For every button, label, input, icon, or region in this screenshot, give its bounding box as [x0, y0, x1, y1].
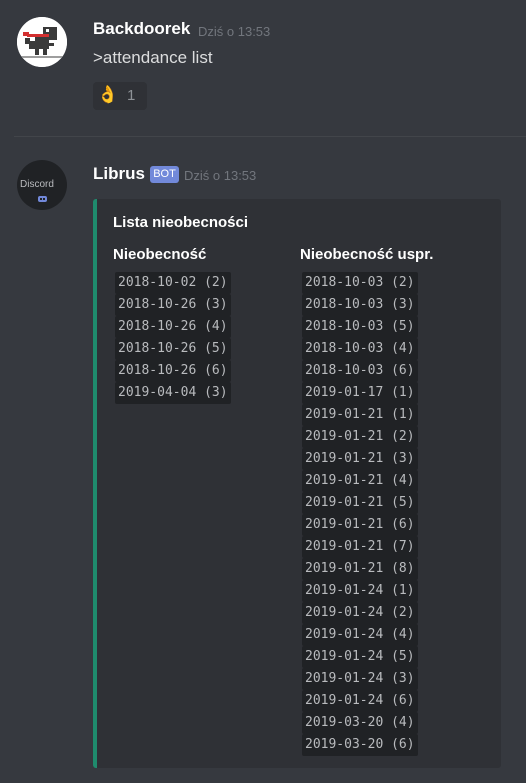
message-timestamp: Dziś o 13:53 — [184, 168, 257, 183]
excused-entry: 2018-10-03 (5) — [302, 316, 418, 338]
absence-entry: 2018-10-26 (6) — [115, 360, 231, 382]
avatar[interactable]: Discord — [17, 160, 67, 210]
excused-entry: 2019-01-24 (3) — [302, 668, 418, 690]
discord-logo-icon — [38, 196, 47, 202]
absence-entry: 2018-10-26 (5) — [115, 338, 231, 360]
field-name-excused-absence: Nieobecność uspr. — [300, 246, 434, 263]
excused-entry: 2019-01-21 (5) — [302, 492, 418, 514]
field-values-absence: 2018-10-02 (2) 2018-10-26 (3) 2018-10-26… — [115, 272, 231, 404]
excused-entry: 2019-01-21 (1) — [302, 404, 418, 426]
avatar[interactable] — [17, 17, 67, 67]
excused-entry: 2019-01-24 (2) — [302, 602, 418, 624]
excused-entry: 2019-01-24 (5) — [302, 646, 418, 668]
absence-entry: 2018-10-26 (4) — [115, 316, 231, 338]
excused-entry: 2019-01-21 (2) — [302, 426, 418, 448]
excused-entry: 2019-01-21 (4) — [302, 470, 418, 492]
author-name[interactable]: Backdoorek — [93, 19, 190, 39]
absence-entry: 2019-04-04 (3) — [115, 382, 231, 404]
embed-title: Lista nieobecności — [113, 214, 249, 231]
field-values-excused-absence: 2018-10-03 (2) 2018-10-03 (3) 2018-10-03… — [302, 272, 418, 756]
excused-entry: 2019-01-17 (1) — [302, 382, 418, 404]
bot-badge: BOT — [150, 166, 179, 183]
reaction-button[interactable]: 👌 1 — [93, 82, 147, 110]
excused-entry: 2019-01-21 (6) — [302, 514, 418, 536]
message-content: >attendance list — [93, 48, 213, 67]
message-timestamp: Dziś o 13:53 — [198, 24, 271, 39]
excused-entry: 2019-01-21 (3) — [302, 448, 418, 470]
excused-entry: 2019-01-24 (4) — [302, 624, 418, 646]
excused-entry: 2019-01-24 (1) — [302, 580, 418, 602]
excused-entry: 2019-01-24 (6) — [302, 690, 418, 712]
absence-entry: 2018-10-26 (3) — [115, 294, 231, 316]
message-divider — [14, 136, 526, 137]
excused-entry: 2018-10-03 (3) — [302, 294, 418, 316]
embed: Lista nieobecności Nieobecność 2018-10-0… — [93, 199, 501, 768]
absence-entry: 2018-10-02 (2) — [115, 272, 231, 294]
excused-entry: 2018-10-03 (4) — [302, 338, 418, 360]
excused-entry: 2019-03-20 (6) — [302, 734, 418, 756]
dino-avatar-icon — [17, 17, 67, 67]
excused-entry: 2018-10-03 (6) — [302, 360, 418, 382]
reaction-count: 1 — [127, 87, 136, 104]
excused-entry: 2019-01-21 (8) — [302, 558, 418, 580]
ok-hand-icon: 👌 — [97, 85, 119, 104]
author-name[interactable]: Librus — [93, 164, 145, 184]
excused-entry: 2018-10-03 (2) — [302, 272, 418, 294]
excused-entry: 2019-03-20 (4) — [302, 712, 418, 734]
excused-entry: 2019-01-21 (7) — [302, 536, 418, 558]
field-name-absence: Nieobecność — [113, 246, 207, 263]
